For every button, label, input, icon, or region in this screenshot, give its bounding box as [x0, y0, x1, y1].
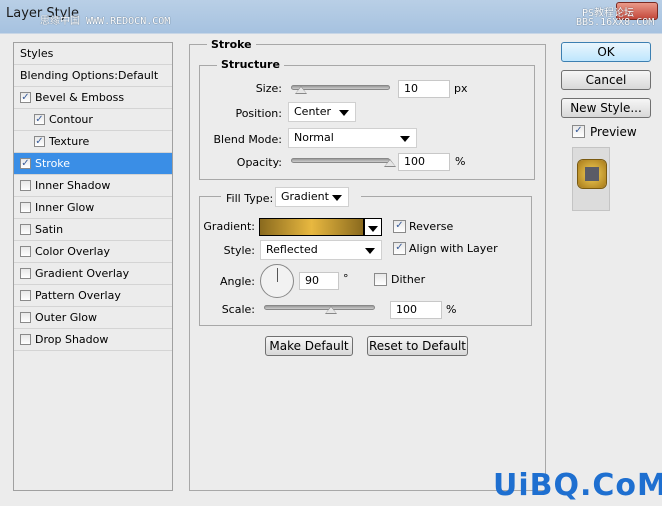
- sidebar-item-texture[interactable]: ✓ Texture: [14, 131, 172, 153]
- sidebar-item-pattern-overlay[interactable]: Pattern Overlay: [14, 285, 172, 307]
- position-value: Center: [294, 105, 332, 118]
- sidebar-item-stroke[interactable]: ✓ Stroke: [14, 153, 172, 175]
- angle-input[interactable]: 90: [299, 272, 339, 290]
- sidebar-item-label: Pattern Overlay: [35, 289, 121, 302]
- fill-type-select[interactable]: Gradient: [275, 187, 349, 207]
- angle-unit: °: [343, 272, 349, 285]
- sidebar-item-label: Drop Shadow: [35, 333, 109, 346]
- make-default-button[interactable]: Make Default: [265, 336, 353, 356]
- size-unit: px: [454, 82, 468, 95]
- style-value: Reflected: [266, 243, 318, 256]
- chevron-down-icon: [339, 110, 349, 116]
- sidebar-item-label: Gradient Overlay: [35, 267, 130, 280]
- sidebar-item-label: Outer Glow: [35, 311, 98, 324]
- watermark-logo: UiBQ.CoM: [493, 468, 662, 503]
- stroke-title: Stroke: [207, 38, 256, 51]
- scale-slider-thumb[interactable]: [324, 306, 337, 314]
- sidebar-item-label: Texture: [49, 135, 90, 148]
- sidebar-item-label: Stroke: [35, 157, 71, 170]
- reverse-checkbox[interactable]: ✓: [393, 220, 406, 233]
- size-input[interactable]: 10: [398, 80, 450, 98]
- angle-label: Angle:: [219, 275, 255, 288]
- opacity-input[interactable]: 100: [398, 153, 450, 171]
- sidebar-item-label: Inner Glow: [35, 201, 95, 214]
- preview-label: Preview: [590, 125, 637, 139]
- ok-button[interactable]: OK: [561, 42, 651, 62]
- style-preview: [572, 147, 610, 211]
- sidebar-item-drop-shadow[interactable]: Drop Shadow: [14, 329, 172, 351]
- sidebar-checkbox[interactable]: ✓: [34, 136, 45, 147]
- fill-type-value: Gradient: [281, 190, 329, 203]
- chevron-down-icon: [368, 226, 378, 232]
- dither-label: Dither: [391, 273, 426, 286]
- align-with-layer-label: Align with Layer: [409, 242, 498, 255]
- sidebar-item-label: Color Overlay: [35, 245, 110, 258]
- new-style-button[interactable]: New Style...: [561, 98, 651, 118]
- sidebar-checkbox[interactable]: ✓: [20, 158, 31, 169]
- sidebar-item-inner-glow[interactable]: Inner Glow: [14, 197, 172, 219]
- sidebar-item-gradient-overlay[interactable]: Gradient Overlay: [14, 263, 172, 285]
- sidebar-item-outer-glow[interactable]: Outer Glow: [14, 307, 172, 329]
- sidebar-item-label: Styles: [20, 47, 54, 60]
- sidebar-item-bevel-emboss[interactable]: ✓ Bevel & Emboss: [14, 87, 172, 109]
- sidebar-checkbox[interactable]: [20, 180, 31, 191]
- sidebar-item-label: Inner Shadow: [35, 179, 111, 192]
- chevron-down-icon: [332, 195, 342, 201]
- sidebar-checkbox[interactable]: [20, 224, 31, 235]
- sidebar-checkbox[interactable]: [20, 202, 31, 213]
- align-with-layer-checkbox[interactable]: ✓: [393, 242, 406, 255]
- sidebar-item-inner-shadow[interactable]: Inner Shadow: [14, 175, 172, 197]
- sidebar-item-color-overlay[interactable]: Color Overlay: [14, 241, 172, 263]
- sidebar-item-satin[interactable]: Satin: [14, 219, 172, 241]
- chevron-down-icon: [365, 248, 375, 254]
- sidebar-checkbox[interactable]: [20, 290, 31, 301]
- sidebar-checkbox[interactable]: ✓: [20, 92, 31, 103]
- gradient-dropdown[interactable]: [364, 218, 382, 236]
- opacity-slider-thumb[interactable]: [384, 159, 396, 167]
- structure-title: Structure: [217, 58, 284, 71]
- style-label: Style:: [223, 244, 255, 257]
- size-label: Size:: [255, 82, 282, 95]
- sidebar-checkbox[interactable]: [20, 334, 31, 345]
- position-select[interactable]: Center: [288, 102, 356, 122]
- fill-type-label: Fill Type:: [226, 192, 274, 205]
- style-select[interactable]: Reflected: [260, 240, 382, 260]
- blend-mode-label: Blend Mode:: [213, 133, 283, 146]
- styles-list: Styles Blending Options:Default ✓ Bevel & E…: [13, 42, 173, 491]
- cancel-button[interactable]: Cancel: [561, 70, 651, 90]
- sidebar-checkbox[interactable]: [20, 268, 31, 279]
- reverse-label: Reverse: [409, 220, 454, 233]
- sidebar-item-label: Satin: [35, 223, 64, 236]
- preview-checkbox[interactable]: ✓: [572, 125, 585, 138]
- blend-mode-value: Normal: [294, 131, 334, 144]
- sidebar-checkbox[interactable]: [20, 312, 31, 323]
- angle-dial[interactable]: [260, 264, 294, 298]
- size-slider-thumb[interactable]: [294, 86, 307, 94]
- watermark: BBS.16XX8.COM: [576, 17, 655, 28]
- sidebar-item-styles[interactable]: Styles: [14, 43, 172, 65]
- opacity-label: Opacity:: [236, 156, 282, 169]
- gradient-label: Gradient:: [203, 220, 255, 233]
- watermark: 思缘中国 WWW.REDOCN.COM: [40, 16, 171, 27]
- scale-label: Scale:: [221, 303, 255, 316]
- gradient-swatch[interactable]: [259, 218, 364, 236]
- sidebar-checkbox[interactable]: ✓: [34, 114, 45, 125]
- sidebar-item-label: Bevel & Emboss: [35, 91, 125, 104]
- position-label: Position:: [235, 107, 282, 120]
- sidebar-item-contour[interactable]: ✓ Contour: [14, 109, 172, 131]
- scale-slider[interactable]: [264, 305, 375, 310]
- sidebar-item-label: Contour: [49, 113, 93, 126]
- reset-to-default-button[interactable]: Reset to Default: [367, 336, 468, 356]
- opacity-slider[interactable]: [291, 158, 390, 163]
- chevron-down-icon: [400, 136, 410, 142]
- dither-checkbox[interactable]: [374, 273, 387, 286]
- blend-mode-select[interactable]: Normal: [288, 128, 417, 148]
- sidebar-checkbox[interactable]: [20, 246, 31, 257]
- preview-thumbnail: [578, 160, 606, 188]
- scale-unit: %: [446, 303, 457, 316]
- sidebar-item-label: Blending Options:Default: [20, 69, 159, 82]
- sidebar-item-blending-options-default[interactable]: Blending Options:Default: [14, 65, 172, 87]
- scale-input[interactable]: 100: [390, 301, 442, 319]
- opacity-unit: %: [455, 155, 466, 168]
